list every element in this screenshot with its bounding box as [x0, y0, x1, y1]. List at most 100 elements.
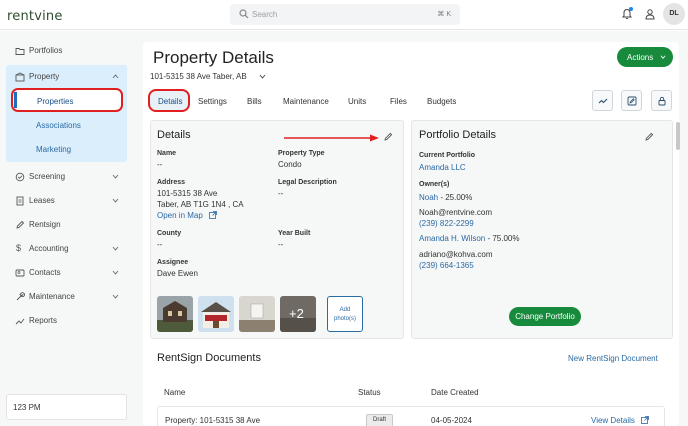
chevron-down-icon[interactable] — [259, 73, 266, 80]
open-in-map-link[interactable]: Open in Map — [157, 211, 217, 220]
property-photo[interactable] — [239, 296, 275, 332]
tab-settings[interactable]: Settings — [198, 97, 227, 106]
more-photos-count: +2 — [289, 306, 304, 321]
sidebar-item-contacts[interactable]: Contacts — [6, 263, 127, 283]
status-badge: Draft — [366, 414, 393, 426]
owner-name-link[interactable]: Noah — [419, 193, 438, 202]
rentvine-logo[interactable]: rentvine — [7, 9, 63, 24]
notification-dot — [629, 7, 633, 11]
pen-icon — [16, 220, 25, 229]
document-icon — [16, 196, 24, 206]
actions-button-label: Actions — [627, 53, 654, 62]
change-portfolio-button[interactable]: Change Portfolio — [509, 307, 581, 326]
field-label: Address — [157, 179, 186, 186]
tab-maintenance[interactable]: Maintenance — [283, 97, 329, 106]
sidebar-item-reports[interactable]: Reports — [6, 311, 127, 331]
folder-icon — [15, 48, 25, 55]
chevron-down-icon — [112, 198, 119, 203]
sidebar-item-leases[interactable]: Leases — [6, 191, 127, 211]
owner-phone-link[interactable]: (239) 822-2299 — [419, 219, 474, 228]
tab-bills[interactable]: Bills — [247, 97, 262, 106]
building-icon — [15, 72, 25, 82]
property-photo[interactable] — [157, 296, 193, 332]
sidebar-item-label: Leases — [29, 196, 55, 205]
view-details-link[interactable]: View Details — [591, 416, 650, 425]
sidebar-item-property[interactable]: Property — [6, 67, 127, 87]
sidebar-item-maintenance[interactable]: Maintenance — [6, 287, 127, 307]
search-shortcut: ⌘ K — [437, 11, 451, 18]
field-label: Name — [157, 150, 177, 157]
actions-button[interactable]: Actions — [617, 47, 673, 67]
sidebar-item-label: Rentsign — [29, 220, 61, 229]
add-photos-button[interactable]: Add photo(s) — [327, 296, 363, 332]
scrollbar[interactable] — [676, 122, 680, 150]
main-content: Property Details 101-5315 38 Ave Taber, … — [136, 31, 688, 426]
add-photos-label: Add — [339, 307, 351, 313]
add-photos-label: photo(s) — [333, 316, 356, 322]
chevron-down-icon — [112, 246, 119, 251]
sidebar-item-label: Accounting — [29, 244, 69, 253]
chevron-down-icon — [112, 174, 119, 179]
column-header-status: Status — [358, 388, 381, 397]
portfolio-card-title: Portfolio Details — [419, 129, 497, 141]
pencil-icon[interactable] — [645, 132, 654, 141]
tab-details[interactable]: Details — [148, 89, 190, 112]
sidebar-subitem-label: Properties — [37, 97, 74, 106]
search-bar[interactable]: Search ⌘ K — [230, 4, 460, 25]
page-title: Property Details — [153, 48, 274, 67]
new-rentsign-document-link[interactable]: New RentSign Document — [568, 354, 658, 363]
sidebar-item-portfolios[interactable]: Portfolios — [6, 41, 127, 61]
property-selector[interactable]: 101-5315 38 Ave Taber, AB — [150, 72, 247, 81]
link-label: Open in Map — [157, 211, 203, 220]
owner-phone-link[interactable]: (239) 664-1365 — [419, 261, 474, 270]
lock-button[interactable] — [651, 90, 672, 111]
sidebar-item-rentsign[interactable]: Rentsign — [6, 215, 127, 235]
field-value: -- — [278, 240, 284, 249]
field-label: Property Type — [278, 150, 325, 157]
sidebar-item-screening[interactable]: Screening — [6, 167, 127, 187]
sidebar-subitem-properties[interactable]: Properties — [11, 88, 123, 112]
sidebar: Portfolios Property Properties Associati… — [0, 31, 136, 426]
trend-icon — [598, 98, 608, 104]
document-name: Property: 101-5315 38 Ave — [165, 416, 261, 425]
avatar[interactable]: DL — [663, 3, 685, 25]
sidebar-item-label: Maintenance — [29, 292, 75, 301]
field-label: Legal Description — [278, 179, 337, 186]
tab-files[interactable]: Files — [390, 97, 407, 106]
field-value: 101-5315 38 Ave — [157, 189, 218, 198]
property-panel: Property Details 101-5315 38 Ave Taber, … — [143, 42, 679, 426]
owner-email: adriano@kohva.com — [419, 250, 493, 259]
tab-units[interactable]: Units — [348, 97, 366, 106]
rentsign-section-title: RentSign Documents — [157, 352, 261, 364]
field-value: Taber, AB T1G 1N4 , CA — [157, 200, 244, 209]
sidebar-subitem-associations[interactable]: Associations — [36, 121, 81, 130]
user-icon[interactable] — [645, 9, 655, 20]
tab-budgets[interactable]: Budgets — [427, 97, 456, 106]
field-label: Year Built — [278, 230, 311, 237]
sidebar-footer: 123 PM — [6, 394, 127, 420]
owner-entry: Noah - 25.00% — [419, 193, 472, 202]
field-value: -- — [278, 189, 284, 198]
column-header-name: Name — [164, 388, 186, 397]
chevron-down-icon — [660, 55, 666, 59]
owner-entry: Amanda H. Wilson - 75.00% — [419, 234, 520, 243]
contacts-icon — [15, 269, 25, 277]
search-icon — [239, 9, 249, 19]
external-link-icon — [209, 211, 217, 219]
pencil-icon[interactable] — [384, 132, 393, 141]
field-value: -- — [157, 240, 163, 249]
table-row: Property: 101-5315 38 Ave Draft 04-05-20… — [157, 406, 665, 426]
edit-button[interactable] — [621, 90, 642, 111]
chart-icon — [15, 318, 25, 325]
sidebar-item-accounting[interactable]: $ Accounting — [6, 239, 127, 259]
current-portfolio-link[interactable]: Amanda LLC — [419, 163, 466, 172]
more-photos[interactable]: +2 — [280, 296, 316, 332]
sidebar-item-label: Contacts — [29, 268, 61, 277]
sidebar-subitem-marketing[interactable]: Marketing — [36, 145, 71, 154]
property-photo[interactable] — [198, 296, 234, 332]
trend-button[interactable] — [592, 90, 613, 111]
arrow-annotation — [284, 134, 379, 142]
field-value: -- — [157, 160, 163, 169]
wrench-icon — [16, 292, 25, 301]
owner-name-link[interactable]: Amanda H. Wilson — [419, 234, 485, 243]
